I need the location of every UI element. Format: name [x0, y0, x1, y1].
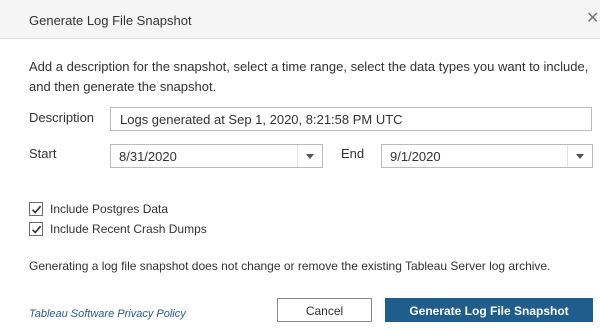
generate-log-snapshot-dialog: Generate Log File Snapshot ✕ Add a descr…	[0, 0, 600, 333]
include-postgres-checkbox[interactable]	[29, 202, 43, 216]
close-icon[interactable]: ✕	[586, 9, 600, 29]
include-postgres-option[interactable]: Include Postgres Data	[29, 202, 229, 218]
end-date-select[interactable]: 9/1/2020	[381, 144, 593, 168]
start-date-select[interactable]: 8/31/2020	[110, 144, 323, 168]
start-date-value: 8/31/2020	[119, 149, 177, 164]
generate-snapshot-button[interactable]: Generate Log File Snapshot	[385, 298, 593, 322]
include-postgres-label: Include Postgres Data	[50, 202, 169, 216]
privacy-policy-link[interactable]: Tableau Software Privacy Policy	[29, 308, 186, 320]
checkmark-icon	[31, 225, 42, 234]
description-label: Description	[29, 110, 95, 125]
intro-text: Add a description for the snapshot, sele…	[29, 59, 589, 94]
include-crash-dumps-option[interactable]: Include Recent Crash Dumps	[29, 222, 249, 238]
cancel-button[interactable]: Cancel	[277, 298, 372, 322]
include-crash-dumps-label: Include Recent Crash Dumps	[50, 222, 207, 236]
dialog-title: Generate Log File Snapshot	[29, 13, 192, 28]
chevron-down-icon	[306, 154, 314, 159]
snapshot-note: Generating a log file snapshot does not …	[29, 259, 551, 273]
end-label: End	[341, 146, 365, 161]
dialog-header: Generate Log File Snapshot ✕	[0, 0, 600, 39]
checkmark-icon	[31, 205, 42, 214]
description-input[interactable]	[110, 107, 592, 131]
start-label: Start	[29, 146, 57, 161]
select-divider	[567, 145, 568, 167]
end-date-value: 9/1/2020	[390, 149, 441, 164]
chevron-down-icon	[576, 154, 584, 159]
select-divider	[297, 145, 298, 167]
include-crash-dumps-checkbox[interactable]	[29, 222, 43, 236]
